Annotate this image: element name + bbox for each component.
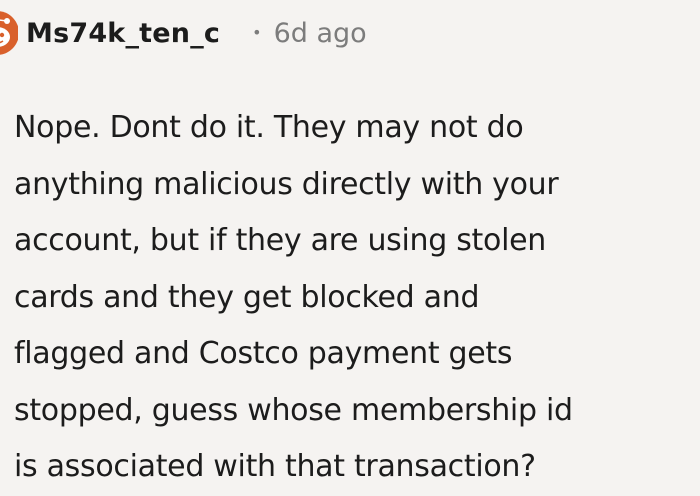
username[interactable]: Ms74k_ten_c: [26, 18, 220, 49]
comment-body-line: Nope. Dont do it. They may not do: [14, 110, 524, 145]
comment: Ms74k_ten_c • 6d ago Nope. Dont do it. T…: [0, 0, 700, 496]
snoo-avatar-icon[interactable]: [0, 10, 18, 56]
comment-body: Nope. Dont do it. They may not do anythi…: [14, 100, 694, 496]
comment-body-line: account, but if they are using stolen: [14, 223, 546, 258]
comment-timestamp[interactable]: 6d ago: [274, 18, 367, 49]
comment-body-line: is associated with that transaction?: [14, 449, 536, 484]
comment-body-line: cards and they get blocked and: [14, 279, 480, 315]
comment-header: Ms74k_ten_c • 6d ago: [0, 10, 367, 56]
meta-separator: •: [252, 22, 262, 42]
comment-body-line: anything malicious directly with your: [14, 166, 559, 202]
comment-body-line: stopped, guess whose membership id: [14, 392, 573, 428]
comment-body-line: flagged and Costco payment gets: [14, 336, 513, 371]
